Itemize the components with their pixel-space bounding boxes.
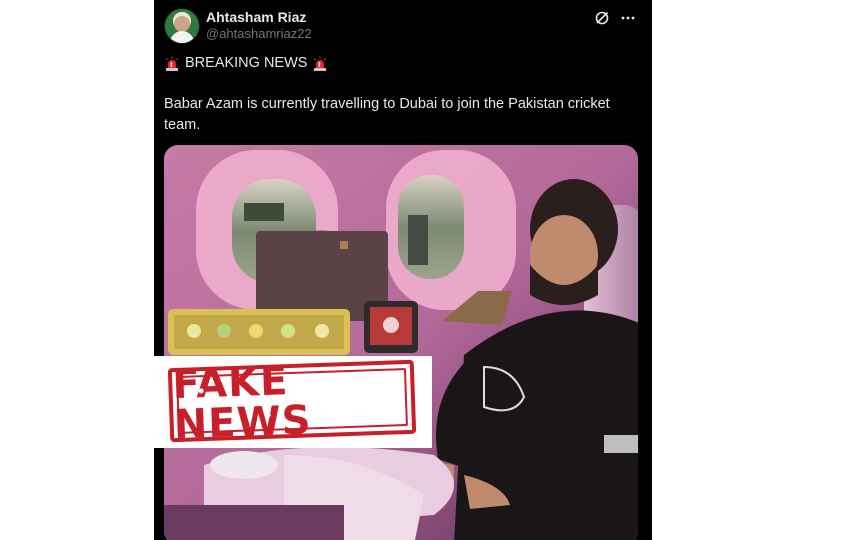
- page: Ahtasham Riaz @ahtashamriaz22 BREAKING N…: [0, 0, 864, 540]
- airplane-cabin-photo: [164, 145, 638, 540]
- author-display-name[interactable]: Ahtasham Riaz: [206, 9, 312, 25]
- tweet-media[interactable]: [164, 145, 638, 540]
- fake-news-overlay: FAKE NEWS: [154, 356, 432, 448]
- avatar-shirt: [170, 31, 194, 43]
- tweet-card[interactable]: Ahtasham Riaz @ahtashamriaz22 BREAKING N…: [154, 0, 652, 540]
- avatar-face: [174, 16, 190, 32]
- tweet-header: Ahtasham Riaz @ahtashamriaz22: [164, 6, 642, 46]
- fake-news-label: FAKE NEWS: [171, 358, 313, 449]
- more-options-icon[interactable]: [620, 10, 636, 26]
- header-actions: [594, 10, 636, 26]
- police-siren-icon: [165, 56, 179, 71]
- fake-news-stamp: FAKE NEWS: [167, 358, 417, 449]
- grok-icon[interactable]: [594, 10, 610, 26]
- avatar[interactable]: [164, 8, 200, 44]
- breaking-news-line: BREAKING NEWS: [164, 53, 638, 74]
- author-names: Ahtasham Riaz @ahtashamriaz22: [206, 9, 312, 43]
- author-handle[interactable]: @ahtashamriaz22: [206, 25, 312, 43]
- police-siren-icon: [314, 56, 327, 71]
- tweet-body: Babar Azam is currently travelling to Du…: [164, 96, 610, 133]
- breaking-news-text: BREAKING NEWS: [185, 55, 308, 71]
